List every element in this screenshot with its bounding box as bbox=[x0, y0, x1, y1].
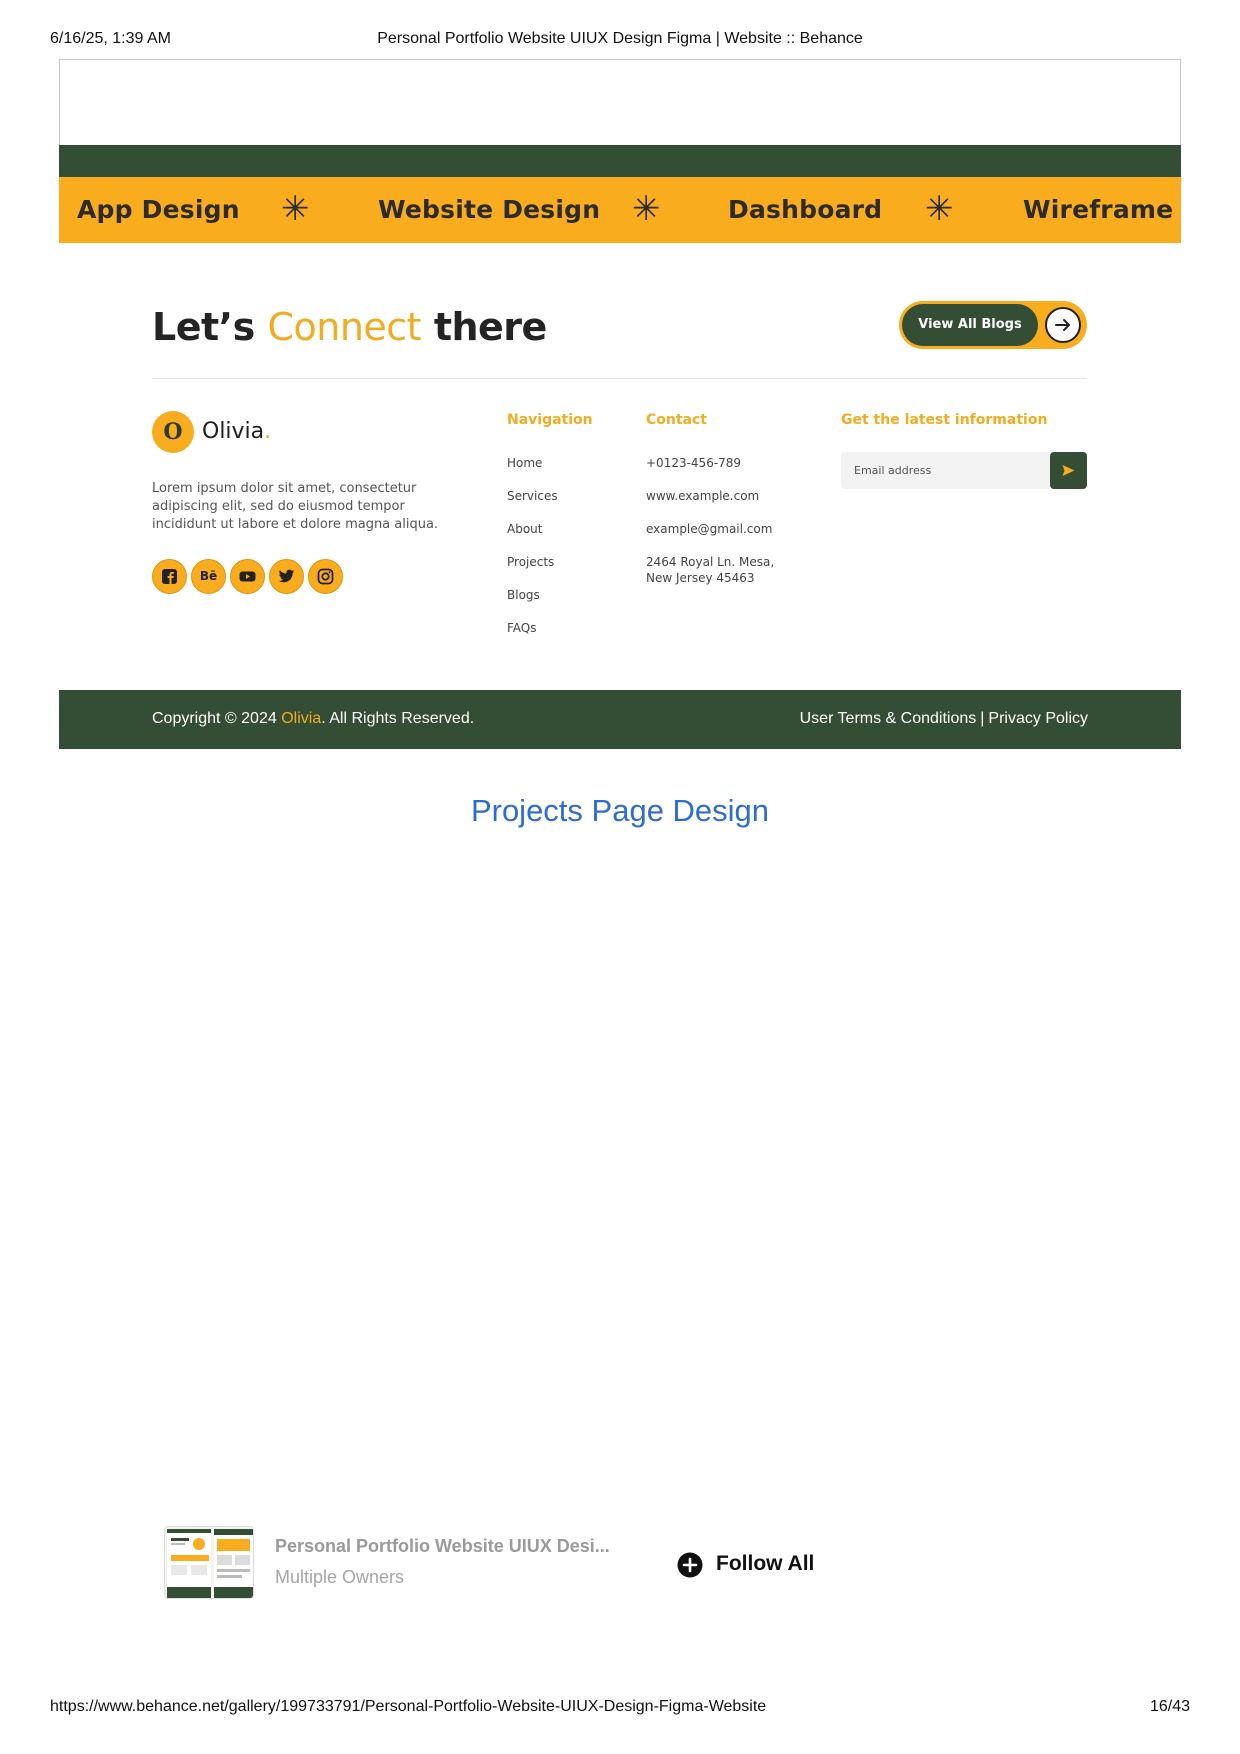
connect-heading-accent: Connect bbox=[267, 305, 422, 349]
marquee-item-app-design: App Design bbox=[77, 195, 240, 224]
nav-link-projects[interactable]: Projects bbox=[507, 555, 554, 569]
copyright-brand: Olivia bbox=[281, 710, 322, 727]
contact-email[interactable]: example@gmail.com bbox=[646, 522, 772, 536]
legal-separator: | bbox=[980, 710, 985, 727]
contact-website[interactable]: www.example.com bbox=[646, 489, 759, 503]
contact-address-line2: New Jersey 45463 bbox=[646, 571, 755, 585]
email-placeholder: Email address bbox=[854, 464, 932, 477]
copyright-bar: Copyright © 2024 Olivia. All Rights Rese… bbox=[59, 690, 1181, 749]
copyright-text: Copyright © 2024 Olivia. All Rights Rese… bbox=[152, 710, 474, 728]
instagram-icon[interactable] bbox=[308, 559, 343, 594]
newsletter-title: Get the latest information bbox=[841, 412, 1048, 428]
project-thumbnail[interactable] bbox=[164, 1526, 254, 1599]
navigation-title: Navigation bbox=[507, 412, 593, 428]
brand-name-dot: . bbox=[264, 419, 272, 444]
legal-links: User Terms & Conditions | Privacy Policy bbox=[800, 710, 1088, 728]
behance-icon[interactable]: Bē bbox=[191, 559, 226, 594]
contact-phone[interactable]: +0123-456-789 bbox=[646, 456, 741, 470]
connect-heading: Let’s Connect there bbox=[152, 305, 547, 349]
twitter-icon[interactable] bbox=[269, 559, 304, 594]
project-owners[interactable]: Multiple Owners bbox=[275, 1567, 404, 1588]
follow-all-label: Follow All bbox=[716, 1552, 815, 1575]
nav-link-faqs[interactable]: FAQs bbox=[507, 621, 537, 635]
print-footer: https://www.behance.net/gallery/19973379… bbox=[50, 1698, 1190, 1720]
green-strip bbox=[59, 145, 1181, 177]
asterisk-icon: ✳ bbox=[925, 189, 954, 229]
print-page-number: 16/43 bbox=[1149, 1698, 1190, 1715]
youtube-icon[interactable] bbox=[230, 559, 265, 594]
nav-link-blogs[interactable]: Blogs bbox=[507, 588, 540, 602]
privacy-link[interactable]: Privacy Policy bbox=[988, 710, 1088, 727]
design-top-blank-area bbox=[59, 59, 1181, 145]
brand-description: Lorem ipsum dolor sit amet, consectetur … bbox=[152, 481, 439, 532]
email-field[interactable]: Email address bbox=[841, 452, 1087, 489]
nav-link-about[interactable]: About bbox=[507, 522, 542, 536]
brand-name-text: Olivia bbox=[202, 419, 265, 444]
print-url: https://www.behance.net/gallery/19973379… bbox=[50, 1698, 767, 1715]
view-all-blogs-button[interactable]: View All Blogs bbox=[899, 301, 1087, 349]
services-marquee: App Design ✳ Website Design ✳ Dashboard … bbox=[59, 177, 1181, 243]
behance-label: Bē bbox=[199, 569, 218, 583]
nav-link-services[interactable]: Services bbox=[507, 489, 558, 503]
view-all-blogs-label: View All Blogs bbox=[902, 304, 1038, 346]
marquee-item-website-design: Website Design bbox=[378, 195, 601, 224]
print-page-title: Personal Portfolio Website UIUX Design F… bbox=[377, 30, 863, 47]
print-header: 6/16/25, 1:39 AM Personal Portfolio Webs… bbox=[50, 30, 1190, 52]
connect-heading-start: Let’s bbox=[152, 305, 255, 349]
brand-name[interactable]: Olivia. bbox=[202, 419, 271, 444]
facebook-icon[interactable] bbox=[152, 559, 187, 594]
arrow-right-icon bbox=[1045, 307, 1081, 343]
copyright-prefix: Copyright © 2024 bbox=[152, 710, 277, 727]
nav-link-home[interactable]: Home bbox=[507, 456, 542, 470]
send-icon bbox=[1062, 465, 1075, 476]
connect-heading-end: there bbox=[433, 305, 548, 349]
terms-link[interactable]: User Terms & Conditions bbox=[800, 710, 977, 727]
marquee-item-wireframe: Wireframe bbox=[1023, 195, 1174, 224]
plus-circle-icon bbox=[677, 1552, 703, 1578]
section-divider bbox=[152, 378, 1087, 379]
copyright-suffix: . All Rights Reserved. bbox=[321, 710, 475, 727]
contact-address-line1: 2464 Royal Ln. Mesa, bbox=[646, 555, 775, 569]
brand-logo-badge[interactable]: O bbox=[152, 411, 194, 453]
contact-title: Contact bbox=[646, 412, 707, 428]
asterisk-icon: ✳ bbox=[632, 189, 661, 229]
asterisk-icon: ✳ bbox=[281, 189, 310, 229]
projects-page-heading: Projects Page Design bbox=[470, 793, 770, 828]
marquee-item-dashboard: Dashboard bbox=[728, 195, 883, 224]
portfolio-footer-design: App Design ✳ Website Design ✳ Dashboard … bbox=[59, 59, 1181, 749]
project-title[interactable]: Personal Portfolio Website UIUX Desi... bbox=[275, 1536, 610, 1557]
send-button[interactable] bbox=[1050, 452, 1087, 489]
